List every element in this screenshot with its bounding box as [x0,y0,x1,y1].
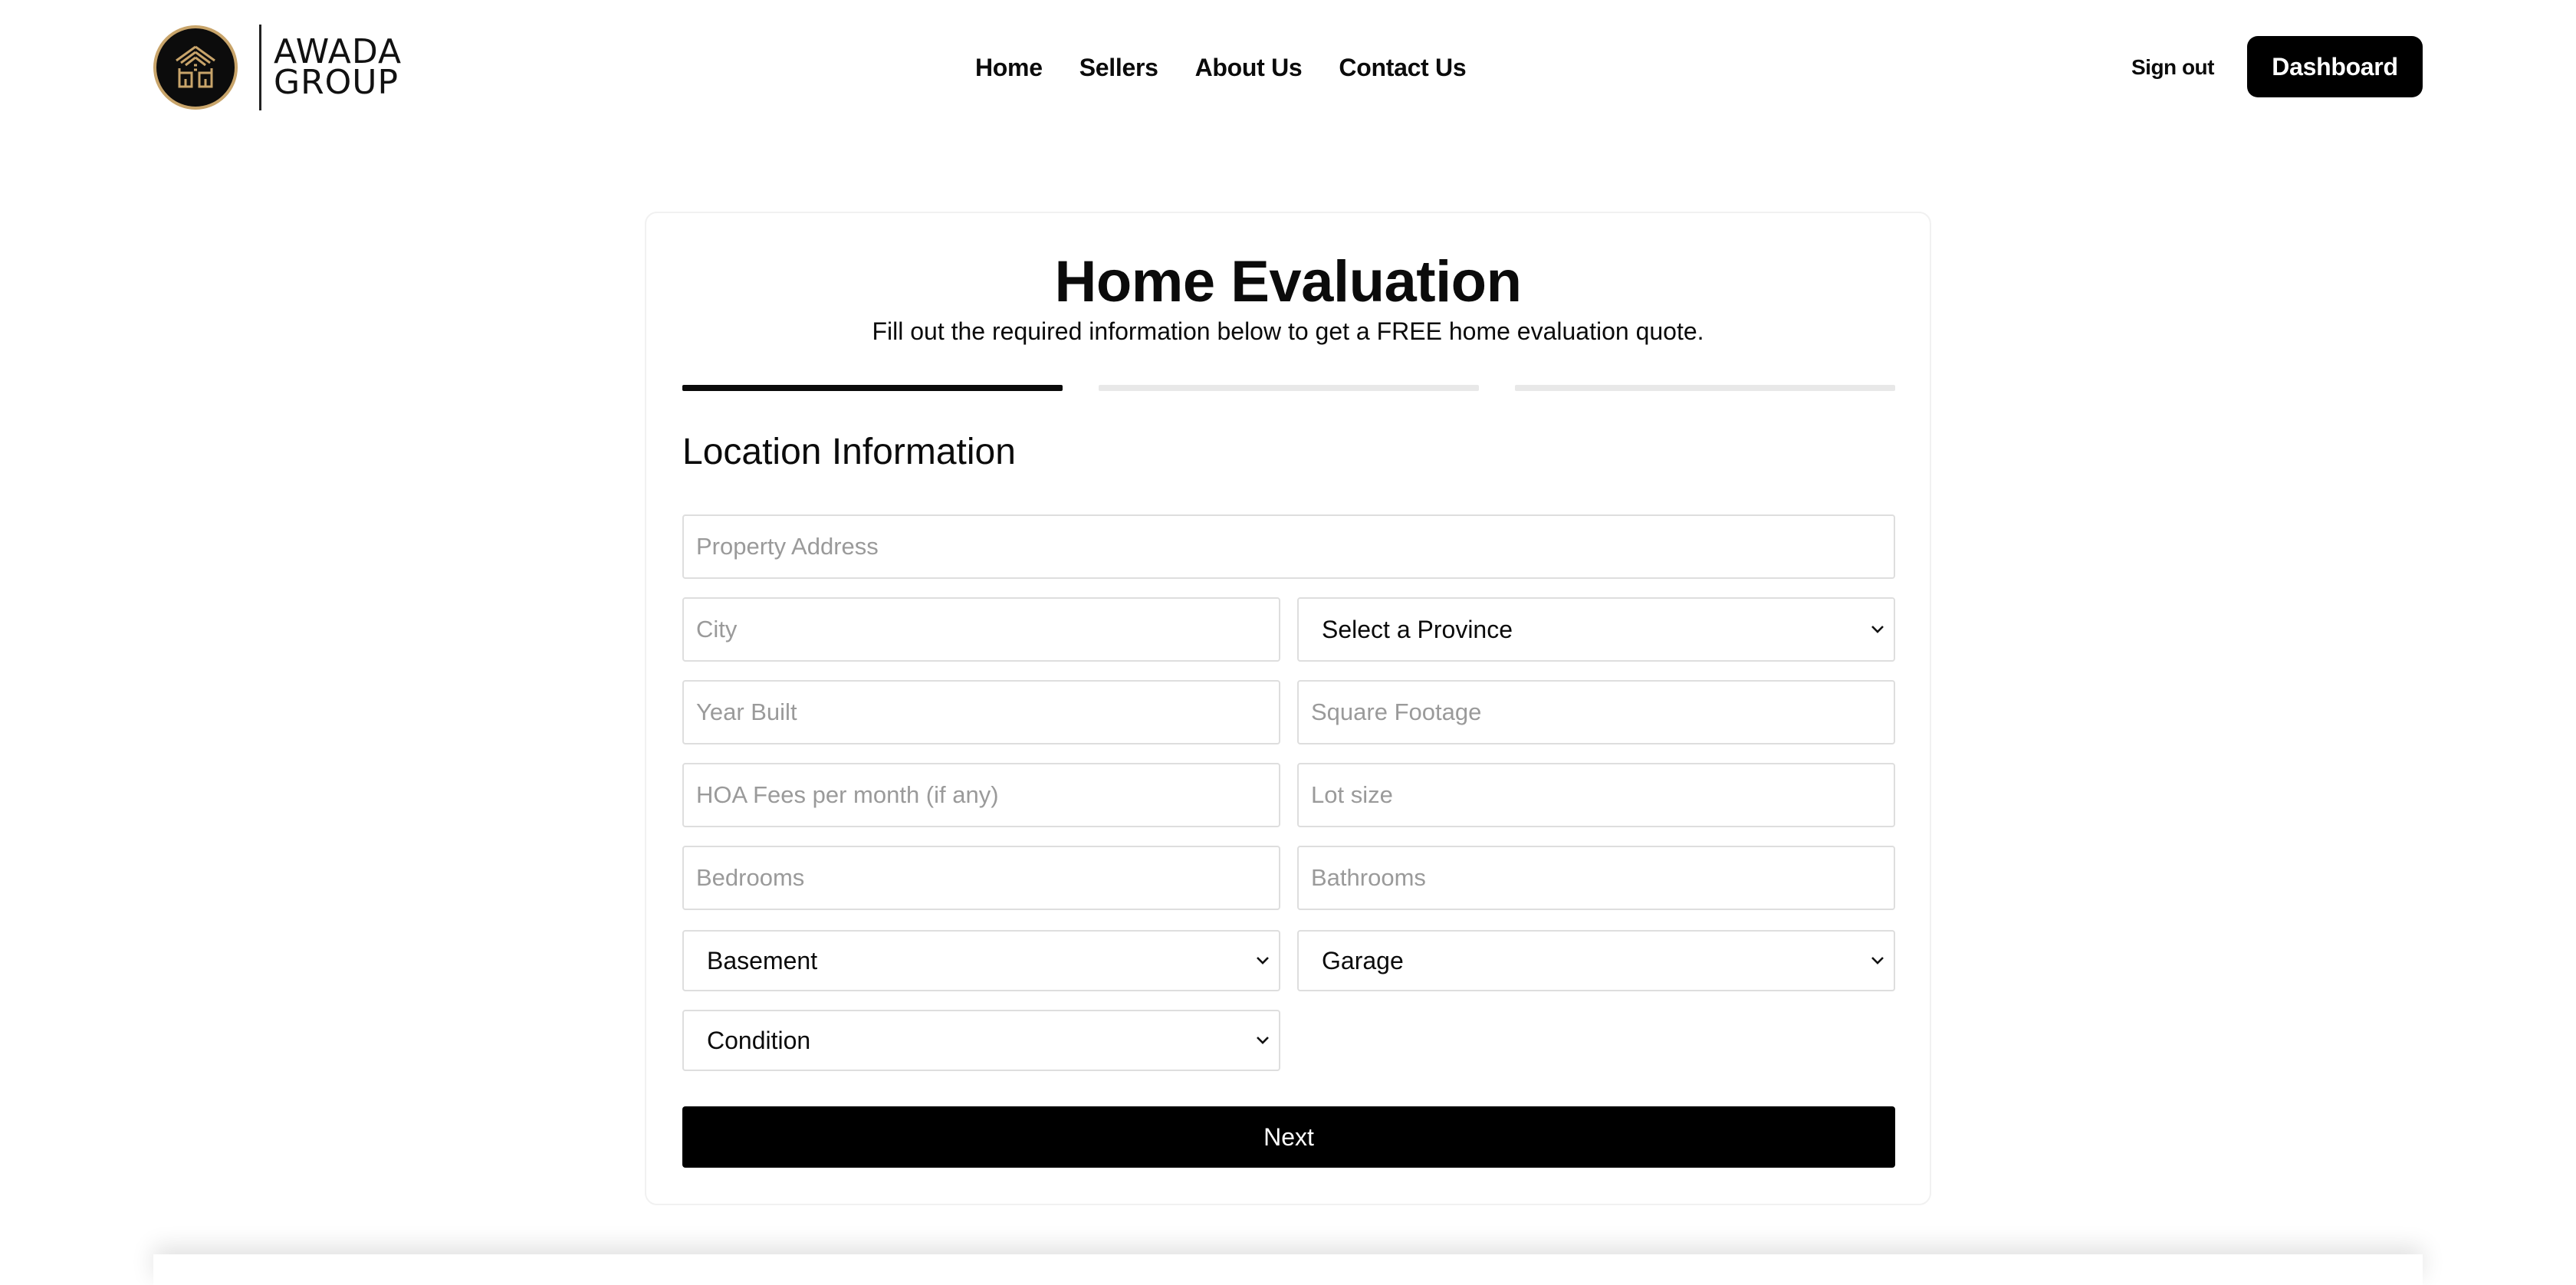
province-select[interactable]: Select a Province [1297,597,1895,662]
property-address-input[interactable] [682,514,1895,579]
garage-select[interactable]: Garage [1297,930,1895,991]
bathrooms-input[interactable] [1297,846,1895,910]
chevron-down-icon [1254,952,1271,969]
step-2-indicator [1099,385,1479,391]
page-subtitle: Fill out the required information below … [872,317,1704,345]
chevron-down-icon [1869,621,1886,638]
brand-wordmark: AWADA GROUP [274,35,402,102]
brand-logo[interactable]: AWADA GROUP [153,23,402,112]
garage-select-value: Garage [1322,946,1404,974]
condition-select[interactable]: Condition [682,1010,1280,1071]
square-footage-input[interactable] [1297,680,1895,744]
sign-out-link[interactable]: Sign out [2131,51,2214,84]
chevron-down-icon [1869,952,1886,969]
chevron-down-icon [1254,1032,1271,1049]
nav-about-us[interactable]: About Us [1195,54,1303,82]
lot-size-input[interactable] [1297,763,1895,827]
next-button[interactable]: Next [682,1106,1895,1168]
nav-contact-us[interactable]: Contact Us [1339,54,1466,82]
province-select-value: Select a Province [1322,615,1513,643]
page-title: Home Evaluation [1054,249,1522,314]
step-progress [682,385,1895,393]
house-logo-icon [153,25,238,110]
step-3-indicator [1515,385,1895,391]
logo-divider [259,25,261,110]
section-title: Location Information [682,432,1016,472]
step-1-indicator [682,385,1063,391]
basement-select-value: Basement [707,946,818,974]
brand-line-2: GROUP [274,63,399,102]
basement-select[interactable]: Basement [682,930,1280,991]
dashboard-button[interactable]: Dashboard [2247,36,2423,97]
city-input[interactable] [682,597,1280,662]
year-built-input[interactable] [682,680,1280,744]
nav-home[interactable]: Home [975,54,1043,82]
home-evaluation-card: Home Evaluation Fill out the required in… [645,212,1931,1205]
footer-edge [153,1254,2423,1285]
main-nav: Home Sellers About Us Contact Us [975,46,1467,89]
site-header: AWADA GROUP Home Sellers About Us Contac… [0,0,2576,135]
hoa-fees-input[interactable] [682,763,1280,827]
condition-select-value: Condition [707,1026,811,1054]
nav-sellers[interactable]: Sellers [1079,54,1158,82]
bedrooms-input[interactable] [682,846,1280,910]
